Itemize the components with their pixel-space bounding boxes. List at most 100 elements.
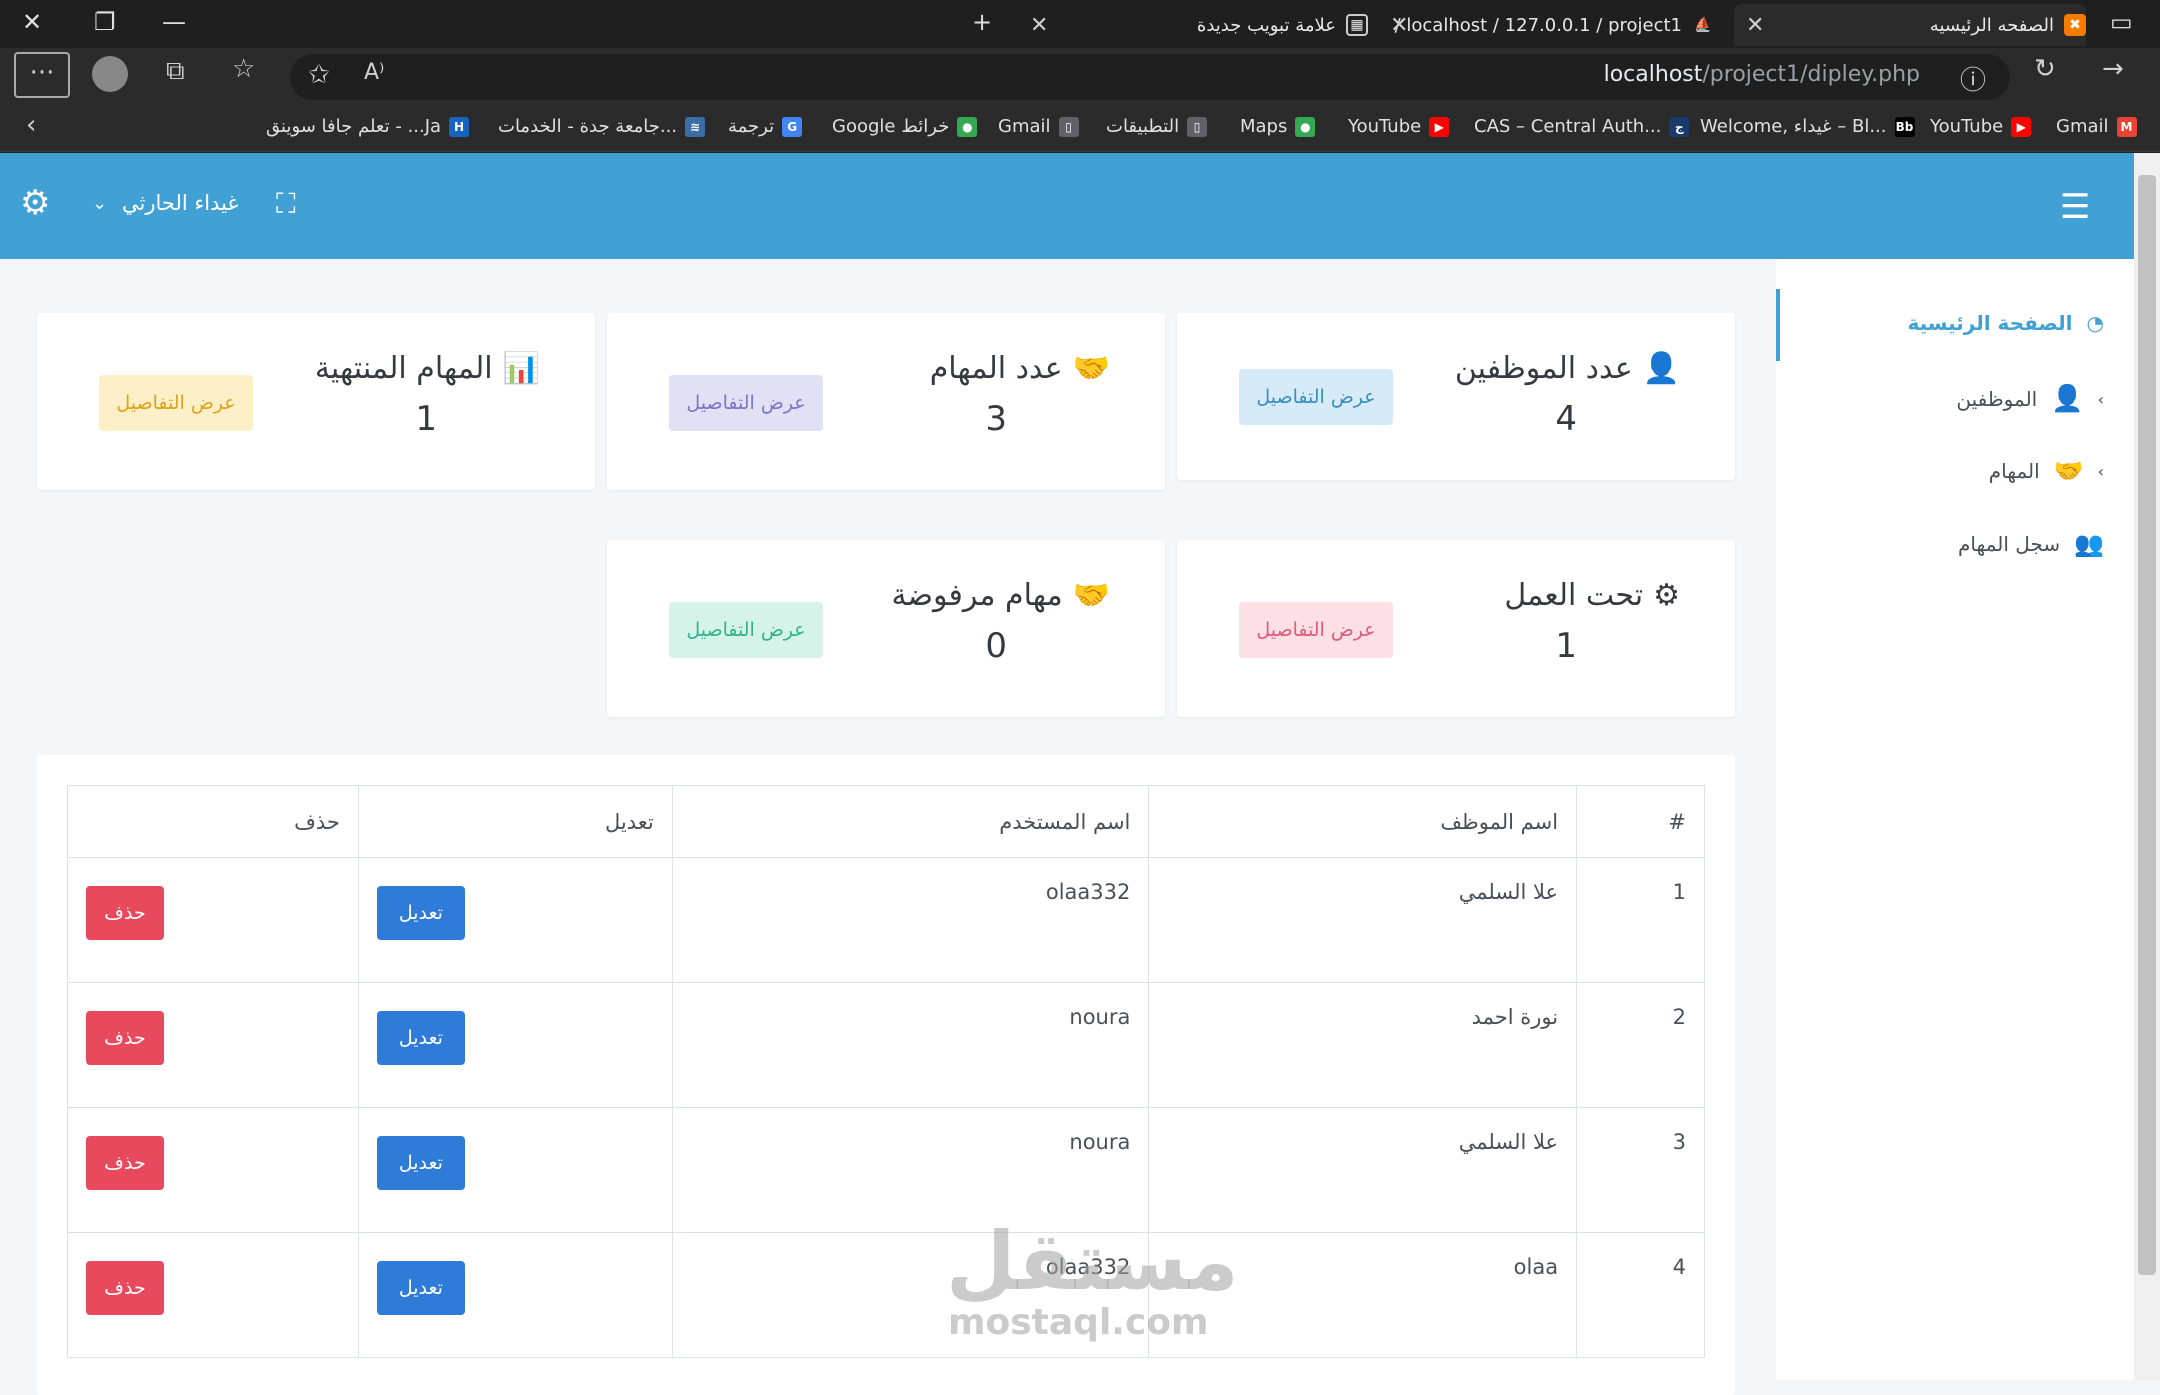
window-restore-icon[interactable]: ❐ [94, 8, 116, 36]
table-row: 1 علا السلمي olaa332 تعديل حذف [67, 857, 1705, 983]
bookmark-item[interactable]: تعلم جافا سوينق - ...Ja H [266, 116, 470, 137]
table-cell: حذف [67, 982, 359, 1108]
university-icon: ≋ [685, 116, 706, 137]
edit-button[interactable]: تعديل [376, 1136, 465, 1190]
delete-button[interactable]: حذف [86, 886, 164, 940]
row-number: 1 [1672, 880, 1686, 904]
sidebar-item-employees[interactable]: › 👤 الموظفين [1956, 384, 2104, 414]
url-path: /project1/dipley.php [1702, 62, 1920, 87]
url-text[interactable]: localhost/project1/dipley.php [1604, 62, 1920, 87]
table-cell: تعديل [357, 1107, 673, 1233]
more-menu-icon[interactable]: ··· [14, 52, 70, 98]
details-button[interactable]: عرض التفاصيل [669, 375, 823, 431]
table-cell: noura [671, 982, 1150, 1108]
tab-actions-icon[interactable]: ▭ [2110, 8, 2133, 36]
chevron-right-icon: › [2097, 461, 2104, 481]
refresh-icon[interactable]: ↻ [2034, 54, 2056, 84]
row-number: 3 [1672, 1130, 1686, 1154]
add-favorite-icon[interactable]: ✩ [308, 60, 330, 90]
forward-icon[interactable]: → [2102, 54, 2124, 84]
youtube-icon: ▶ [1429, 116, 1450, 137]
url-host: localhost [1603, 62, 1703, 87]
table-cell: حذف [67, 857, 359, 983]
edit-button[interactable]: تعديل [376, 1011, 465, 1065]
bookmark-item[interactable]: YouTube ▶ [1348, 116, 1450, 137]
bookmark-item[interactable]: Welcome, غيداء – Bl... Bb [1700, 116, 1915, 137]
window-close-icon[interactable]: ✕ [22, 8, 42, 36]
details-button[interactable]: عرض التفاصيل [99, 375, 253, 431]
username: noura [1069, 1130, 1131, 1154]
tab-new[interactable]: ▦ علامة تبويب جديدة ✕ [1018, 4, 1368, 46]
site-info-icon[interactable]: ⓘ [1960, 60, 1986, 97]
details-button[interactable]: عرض التفاصيل [1239, 602, 1393, 658]
tab-phpmyadmin[interactable]: ⛵ localhost / 127.0.0.1 / project1 / ✕ [1378, 4, 1714, 46]
close-tab-icon[interactable]: ✕ [1390, 13, 1408, 38]
delete-button[interactable]: حذف [86, 1261, 164, 1315]
users-icon: 👥 [2074, 530, 2104, 558]
chevron-left-icon[interactable]: ‹ [26, 110, 36, 140]
window-minimize-icon[interactable]: — [162, 8, 186, 36]
table-cell: علا السلمي [1148, 1107, 1578, 1233]
new-tab-page-icon: ▦ [1346, 14, 1368, 36]
new-tab-icon[interactable]: + [972, 8, 992, 36]
delete-button[interactable]: حذف [86, 1136, 164, 1190]
close-tab-icon[interactable]: ✕ [1030, 13, 1048, 38]
favorites-icon[interactable]: ☆ [232, 54, 255, 84]
chevron-down-icon[interactable]: ⌄ [92, 193, 107, 214]
menu-toggle-icon[interactable]: ☰ [2060, 187, 2090, 227]
close-tab-icon[interactable]: ✕ [1746, 13, 1764, 38]
bookmark-item[interactable]: جامعة جدة - الخدمات... ≋ [498, 116, 706, 137]
tab-home[interactable]: ✖ الصفحه الرئيسيه ✕ [1734, 4, 2086, 46]
sidebar-item-tasks[interactable]: › 🤝 المهام [1989, 457, 2104, 485]
card-title: المهام المنتهية [314, 351, 493, 386]
maps-icon: ● [1295, 116, 1316, 137]
scrollbar[interactable] [2134, 153, 2160, 1380]
toolbar: ··· ⧉ ☆ ✩ A⁾ localhost/project1/dipley.p… [0, 48, 2160, 106]
tab-bar: ✕ ❐ — + ▦ علامة تبويب جديدة ✕ ⛵ localhos… [0, 0, 2160, 48]
card-tasks: 🤝 عدد المهام 3 عرض التفاصيل [607, 313, 1165, 490]
settings-gear-icon[interactable]: ⚙ [20, 183, 50, 223]
user-name[interactable]: غيداء الحارثي [122, 191, 238, 215]
sidebar: ◔ الصفحة الرئيسية › 👤 الموظفين › 🤝 المها… [1776, 259, 2134, 1380]
tab-label: localhost / 127.0.0.1 / project1 / [1394, 14, 1682, 36]
bookmark-item[interactable]: Gmail M [2056, 116, 2137, 137]
scroll-thumb[interactable] [2138, 175, 2156, 1275]
fullscreen-icon[interactable]: ⛶ [276, 187, 296, 221]
delete-button[interactable]: حذف [86, 1011, 164, 1065]
sidebar-item-home[interactable]: ◔ الصفحة الرئيسية [1907, 311, 2104, 335]
edit-button[interactable]: تعديل [376, 1261, 465, 1315]
sidebar-item-label: الصفحة الرئيسية [1907, 311, 2073, 335]
bookmark-label: Google خرائط [832, 116, 950, 137]
read-aloud-icon[interactable]: A⁾ [364, 60, 384, 85]
sidebar-item-task-log[interactable]: 👥 سجل المهام [1958, 530, 2104, 558]
handshake-icon: 🤝 [1072, 578, 1110, 613]
column-header: تعديل [357, 785, 673, 858]
bookmark-item[interactable]: التطبيقات ▯ [1106, 116, 1208, 137]
card-employees: 👤 عدد الموظفين 4 عرض التفاصيل [1177, 313, 1735, 480]
edit-button[interactable]: تعديل [376, 886, 465, 940]
bookmark-label: Gmail [998, 116, 1051, 137]
card-value: 3 [985, 399, 1007, 439]
profile-avatar-icon[interactable] [92, 56, 128, 92]
bookmark-item[interactable]: CAS – Central Auth... ج [1474, 116, 1690, 137]
bookmark-item[interactable]: YouTube ▶ [1930, 116, 2032, 137]
card-rejected-tasks: 🤝 مهام مرفوضة 0 عرض التفاصيل [607, 540, 1165, 717]
bookmark-item[interactable]: Gmail ▯ [998, 116, 1079, 137]
details-button[interactable]: عرض التفاصيل [669, 602, 823, 658]
card-finished-tasks: 📊 المهام المنتهية 1 عرض التفاصيل [37, 313, 595, 490]
bookmark-label: Maps [1240, 116, 1288, 137]
table-cell: تعديل [357, 982, 673, 1108]
bookmark-label: Welcome, غيداء – Bl... [1700, 116, 1887, 137]
bookmark-item[interactable]: ترجمة G [728, 116, 803, 137]
details-button[interactable]: عرض التفاصيل [1239, 369, 1393, 425]
collections-icon[interactable]: ⧉ [166, 56, 185, 87]
address-bar[interactable]: ✩ A⁾ localhost/project1/dipley.php ⓘ [290, 54, 2010, 100]
card-title: مهام مرفوضة [891, 578, 1063, 613]
card-title: عدد الموظفين [1454, 351, 1633, 386]
gear-icon: ⚙ [1653, 578, 1680, 613]
bookmark-item[interactable]: Google خرائط ● [832, 116, 978, 137]
active-indicator [1776, 289, 1780, 361]
bookmark-item[interactable]: Maps ● [1240, 116, 1316, 137]
bookmark-label: YouTube [1930, 116, 2004, 137]
table-cell: علا السلمي [1148, 857, 1578, 983]
